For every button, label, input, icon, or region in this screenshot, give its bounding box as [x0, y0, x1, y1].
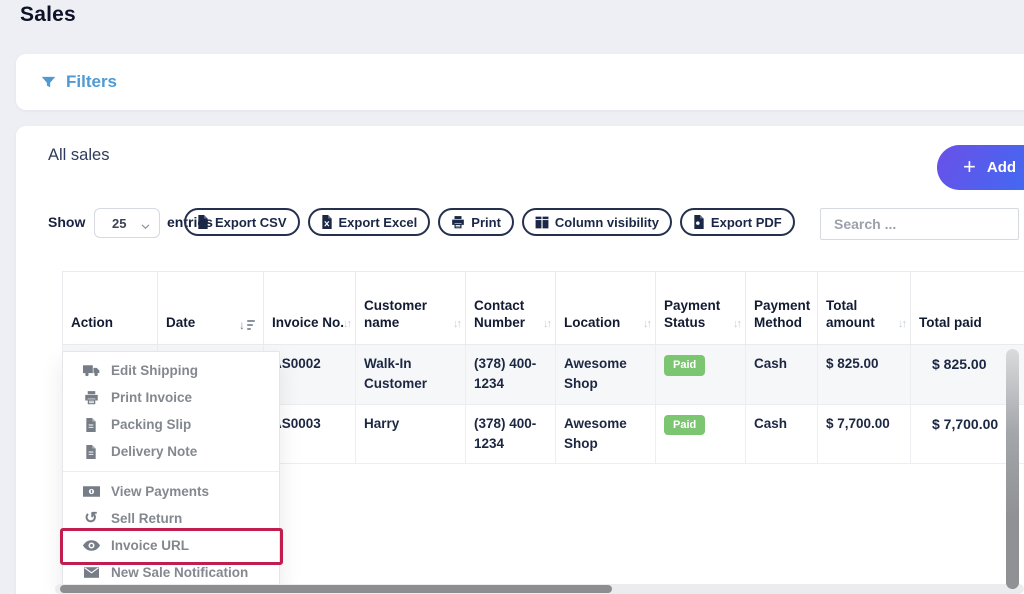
col-total-paid[interactable]: Total paid ↓ — [911, 272, 1024, 345]
status-badge: Paid — [664, 355, 705, 376]
col-invoice-no[interactable]: Invoice No. ↓↑ — [264, 272, 356, 345]
col-date[interactable]: Date ↓ — [158, 272, 264, 345]
add-button-label: Add — [987, 159, 1016, 176]
cell-total-amount: $ 825.00 — [818, 345, 911, 405]
menu-item-invoice-url[interactable]: Invoice URL — [63, 532, 279, 559]
plus-icon: + — [963, 156, 976, 178]
cell-location: Awesome Shop — [556, 345, 656, 405]
menu-item-print-invoice[interactable]: Print Invoice — [63, 384, 279, 411]
filters-label: Filters — [66, 72, 117, 92]
cell-location: Awesome Shop — [556, 404, 656, 464]
sort-desc-icon: ↓ — [239, 319, 255, 331]
export-pdf-button[interactable]: Export PDF — [680, 208, 795, 236]
col-payment-method[interactable]: Payment Method — [746, 272, 818, 345]
export-excel-button[interactable]: Export Excel — [308, 208, 431, 236]
cell-total-amount: $ 7,700.00 — [818, 404, 911, 464]
col-location[interactable]: Location ↓↑ — [556, 272, 656, 345]
vertical-scrollbar-thumb[interactable] — [1006, 349, 1019, 589]
menu-item-sell-return[interactable]: ↺ Sell Return — [63, 505, 279, 532]
cell-payment-status: Paid — [656, 404, 746, 464]
sort-icon: ↓↑ — [898, 317, 905, 331]
table-header-row: Action Date ↓ Invoice No. ↓↑ Customer na… — [63, 272, 1024, 345]
print-button[interactable]: Print — [438, 208, 514, 236]
money-bill-icon — [81, 486, 101, 497]
page-title: Sales — [20, 3, 76, 27]
menu-item-new-sale-notification[interactable]: New Sale Notification — [63, 559, 279, 586]
file-pdf-icon — [693, 215, 705, 229]
col-contact-number[interactable]: Contact Number ↓↑ — [466, 272, 556, 345]
export-csv-button[interactable]: Export CSV — [184, 208, 300, 236]
col-action: Action — [63, 272, 158, 345]
export-toolbar: Export CSV Export Excel Print Column vis… — [184, 208, 795, 236]
show-label: Show — [48, 214, 85, 230]
sort-icon: ↓↑ — [343, 317, 350, 331]
file-icon — [81, 445, 101, 459]
columns-icon — [535, 216, 549, 229]
undo-icon: ↺ — [81, 511, 101, 527]
search-input[interactable] — [820, 208, 1019, 240]
cell-contact: (378) 400-1234 — [466, 345, 556, 405]
add-sale-button[interactable]: + Add — [937, 145, 1024, 190]
cell-payment-method: Cash — [746, 404, 818, 464]
printer-icon — [81, 391, 101, 405]
menu-item-edit-shipping[interactable]: Edit Shipping — [63, 357, 279, 384]
filters-toggle[interactable]: Filters — [40, 72, 117, 92]
truck-icon — [81, 364, 101, 377]
cell-customer: Harry — [356, 404, 466, 464]
file-csv-icon — [197, 215, 209, 229]
menu-item-view-payments[interactable]: View Payments — [63, 478, 279, 505]
file-icon — [81, 418, 101, 432]
menu-item-packing-slip[interactable]: Packing Slip — [63, 411, 279, 438]
col-payment-status[interactable]: Payment Status ↓↑ — [656, 272, 746, 345]
menu-item-delivery-note[interactable]: Delivery Note — [63, 438, 279, 465]
col-total-amount[interactable]: Total amount ↓↑ — [818, 272, 911, 345]
sort-icon: ↓↑ — [453, 317, 460, 331]
sort-icon: ↓↑ — [643, 317, 650, 331]
status-badge: Paid — [664, 415, 705, 436]
all-sales-card: All sales + Add Show 25 entries Export C… — [16, 126, 1024, 594]
envelope-icon — [81, 567, 101, 578]
page-length-value: 25 — [112, 216, 126, 231]
sort-icon: ↓↑ — [733, 317, 740, 331]
sales-page: Sales Filters All sales + Add Show 25 en… — [0, 0, 1024, 594]
page-length-select[interactable]: 25 — [94, 208, 160, 238]
filter-icon — [40, 74, 57, 91]
row-action-dropdown: Edit Shipping Print Invoice Packing Slip… — [62, 351, 280, 588]
col-customer-name[interactable]: Customer name ↓↑ — [356, 272, 466, 345]
chevron-down-icon — [140, 219, 151, 237]
printer-icon — [451, 216, 465, 229]
horizontal-scrollbar-thumb[interactable] — [60, 585, 612, 593]
cell-payment-status: Paid — [656, 345, 746, 405]
sort-icon: ↓↑ — [543, 317, 550, 331]
menu-divider — [63, 471, 279, 472]
file-excel-icon — [321, 215, 333, 229]
cell-payment-method: Cash — [746, 345, 818, 405]
column-visibility-button[interactable]: Column visibility — [522, 208, 672, 236]
horizontal-scrollbar[interactable] — [55, 584, 1024, 594]
cell-customer: Walk-In Customer — [356, 345, 466, 405]
eye-icon — [81, 540, 101, 551]
filters-card: Filters — [16, 54, 1024, 110]
cell-contact: (378) 400-1234 — [466, 404, 556, 464]
card-title: All sales — [48, 146, 109, 165]
